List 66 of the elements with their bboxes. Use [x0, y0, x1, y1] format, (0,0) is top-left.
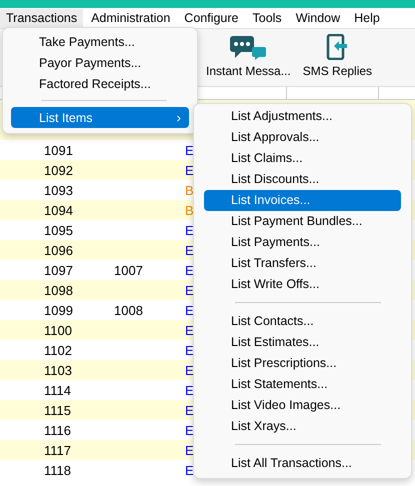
table-cell-text: 1103: [44, 362, 73, 378]
table-cell: E: [185, 402, 194, 418]
table-cell-text: 1096: [44, 242, 74, 258]
menu-item[interactable]: List Adjustments...: [204, 106, 401, 127]
table-cell-text: 1095: [44, 222, 74, 238]
menu-bar-item[interactable]: Configure: [178, 8, 244, 28]
menu-item[interactable]: List Discounts...: [204, 169, 401, 190]
menu-item[interactable]: List Transfers...: [204, 253, 401, 274]
table-cell: B: [185, 202, 194, 218]
table-cell: E: [185, 302, 194, 318]
menu-item[interactable]: List Payment Bundles...: [204, 211, 401, 232]
toolbar-button[interactable]: Instant Messa...: [200, 36, 297, 86]
table-cell: E: [185, 422, 194, 438]
menu-item[interactable]: List All Transactions...: [204, 453, 401, 474]
menu-item[interactable]: List Prescriptions...: [204, 353, 401, 374]
menu-item[interactable]: List Video Images...: [204, 395, 401, 416]
table-cell-text: 1117: [44, 442, 72, 458]
table-cell-text: 1098: [44, 282, 74, 298]
table-cell: E: [185, 342, 194, 358]
menu-item[interactable]: List Write Offs...: [204, 274, 401, 295]
menu-item[interactable]: List Estimates...: [204, 332, 401, 353]
table-cell-text: 1100: [44, 322, 73, 338]
table-cell: E: [185, 242, 194, 258]
menu-bar-item[interactable]: Transactions: [0, 8, 84, 28]
table-cell: E: [185, 382, 194, 398]
menu-bar-item[interactable]: Tools: [246, 8, 288, 28]
table-cell: B: [185, 182, 194, 198]
menu-bar-item[interactable]: Window: [290, 8, 346, 28]
table-cell-text: 1097: [44, 262, 74, 278]
table-cell: E: [185, 362, 194, 378]
table-cell: 1008: [114, 302, 143, 318]
table-cell: E: [185, 162, 194, 178]
menu-item[interactable]: List Statements...: [204, 374, 401, 395]
table-cell-text: 1091: [44, 142, 74, 158]
menu-item[interactable]: List Approvals...: [204, 127, 401, 148]
table-cell-text: 1114: [44, 382, 72, 398]
table-cell: E: [185, 282, 194, 298]
table-cell: E: [185, 222, 194, 238]
menu-bar-item[interactable]: Administration: [85, 8, 176, 28]
toolbar-button[interactable]: SMS Replies: [296, 34, 378, 86]
table-cell-text: 1116: [44, 422, 72, 438]
menu-item[interactable]: Factored Receipts...: [11, 73, 189, 94]
table-cell-text: 1118: [44, 462, 72, 478]
table-cell: E: [185, 442, 194, 458]
table-cell-text: 1094: [44, 202, 74, 218]
menu-bar-item[interactable]: Help: [348, 8, 386, 28]
menu-item[interactable]: List Claims...: [204, 148, 401, 169]
table-cell-text: 1115: [44, 402, 72, 418]
table-cell: E: [185, 462, 194, 478]
menu-item[interactable]: List Items ›: [11, 107, 189, 128]
menu-item[interactable]: Payor Payments...: [11, 52, 189, 73]
table-cell: 1007: [114, 262, 143, 278]
phone-arrow-icon: [326, 34, 348, 60]
table-cell: E: [185, 262, 194, 278]
table-cell: E: [185, 142, 194, 158]
menu-item[interactable]: List Xrays...: [204, 416, 401, 437]
table-cell-text: 1099: [44, 302, 74, 318]
menu-item[interactable]: List Payments...: [204, 232, 401, 253]
table-cell-text: 1092: [44, 162, 74, 178]
menu-item[interactable]: Take Payments...: [11, 31, 189, 52]
table-cell-text: 1102: [44, 342, 73, 358]
menu-item[interactable]: List Invoices...: [204, 190, 401, 211]
table-cell-text: 1093: [44, 182, 74, 198]
menu-item[interactable]: List Contacts...: [204, 311, 401, 332]
table-cell: E: [185, 322, 194, 338]
chat-bubbles-icon: [229, 36, 268, 60]
